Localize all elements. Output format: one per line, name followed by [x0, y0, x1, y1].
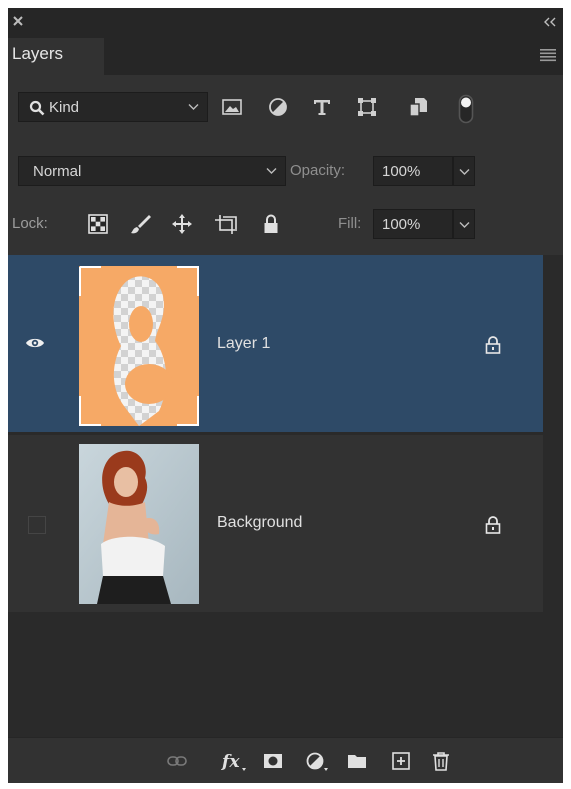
- lock-position-icon[interactable]: [170, 212, 194, 236]
- lock-icon: [485, 516, 501, 534]
- layers-panel: Layers Kind Normal Opacity: 100% Lock: F…: [8, 8, 563, 783]
- shape-filter-icon[interactable]: [355, 95, 379, 119]
- lock-all-icon[interactable]: [259, 212, 283, 236]
- layer-row-layer-1[interactable]: Layer 1: [8, 255, 543, 432]
- lock-icon: [485, 336, 501, 354]
- adjustment-layer-icon[interactable]: [304, 750, 332, 772]
- chevron-down-icon: [188, 104, 199, 110]
- link-layers-icon[interactable]: [166, 750, 188, 772]
- blend-mode-select[interactable]: Normal: [18, 156, 286, 186]
- tab-layers-label: Layers: [12, 44, 64, 63]
- bottom-toolbar: fx: [8, 737, 563, 783]
- smart-object-filter-icon[interactable]: [406, 95, 430, 119]
- layer-name[interactable]: Background: [217, 514, 302, 532]
- fill-dropdown-button[interactable]: [453, 209, 475, 239]
- lock-image-pixels-icon[interactable]: [129, 212, 153, 236]
- fx-icon[interactable]: fx: [220, 750, 248, 772]
- fill-input[interactable]: 100%: [373, 209, 453, 239]
- opacity-input[interactable]: 100%: [373, 156, 453, 186]
- panel-menu-icon[interactable]: [539, 48, 557, 62]
- type-filter-icon[interactable]: [310, 95, 334, 119]
- blend-mode-label: Normal: [33, 163, 82, 180]
- lock-artboard-icon[interactable]: [214, 212, 238, 236]
- filter-kind-select[interactable]: Kind: [18, 92, 208, 122]
- eye-icon[interactable]: [25, 336, 45, 350]
- svg-text:fx: fx: [221, 752, 240, 772]
- filter-kind-label: Kind: [49, 99, 80, 116]
- visibility-toggle-empty[interactable]: [28, 516, 46, 534]
- layer-1-thumbnail: [79, 266, 199, 426]
- tab-bar: [104, 38, 563, 75]
- group-folder-icon[interactable]: [346, 750, 368, 772]
- lock-label: Lock:: [12, 215, 48, 232]
- collapse-panel-icon[interactable]: [543, 17, 557, 27]
- background-thumbnail: [79, 444, 199, 604]
- pixel-filter-icon[interactable]: [220, 95, 244, 119]
- layer-mask-icon[interactable]: [262, 750, 284, 772]
- layer-name[interactable]: Layer 1: [217, 335, 270, 353]
- chevron-down-icon: [459, 169, 470, 175]
- new-layer-icon[interactable]: [390, 750, 412, 772]
- close-icon[interactable]: [13, 16, 23, 26]
- layer-row-background[interactable]: Background: [8, 435, 543, 612]
- delete-layer-icon[interactable]: [430, 750, 452, 772]
- chevron-down-icon: [266, 168, 277, 174]
- adjustment-filter-icon[interactable]: [266, 95, 290, 119]
- lock-transparent-pixels-icon[interactable]: [86, 212, 110, 236]
- layers-list: Layer 1 Background: [8, 255, 563, 737]
- filter-toggle-icon[interactable]: [458, 94, 474, 124]
- panel-top-strip: [8, 8, 563, 38]
- fill-label: Fill:: [338, 215, 362, 232]
- tab-layers[interactable]: Layers: [8, 38, 104, 75]
- search-icon: [29, 100, 45, 116]
- chevron-down-icon: [459, 222, 470, 228]
- opacity-label: Opacity:: [290, 162, 346, 179]
- opacity-dropdown-button[interactable]: [453, 156, 475, 186]
